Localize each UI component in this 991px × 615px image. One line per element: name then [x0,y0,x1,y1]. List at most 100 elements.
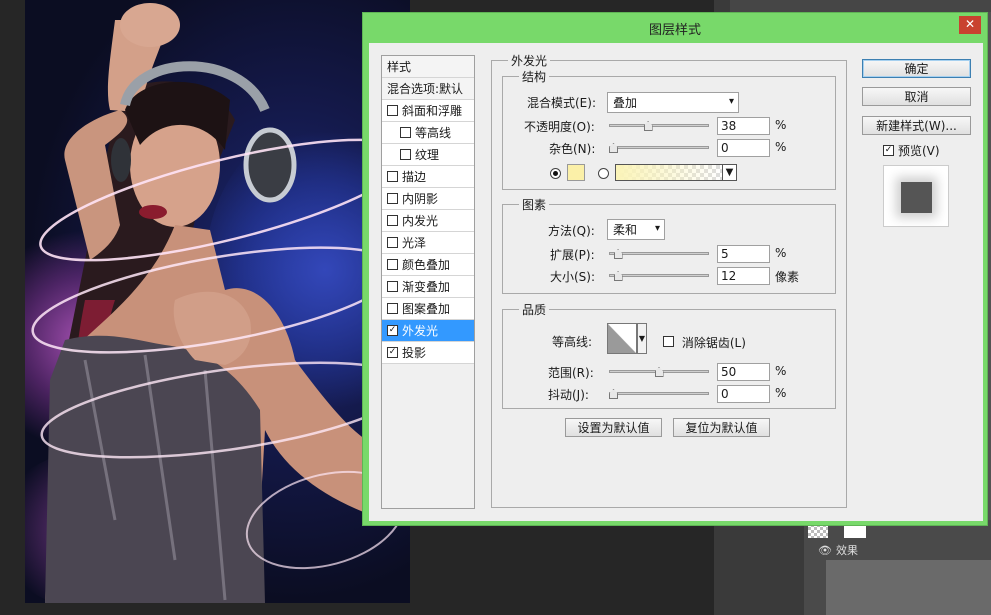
dialog-body: 样式 混合选项:默认 斜面和浮雕 等高线 纹理 描边 内阴影 内发光 光泽 颜色叠加 渐变叠加图… [369,43,983,521]
checkbox-icon[interactable] [387,237,398,248]
gradient-dropdown-arrow[interactable]: ▼ [722,164,737,181]
style-item-label: 图案叠加 [402,302,451,316]
checkbox-icon[interactable] [387,281,398,292]
antialias-label: 消除锯齿(L) [681,336,746,350]
style-item-label: 描边 [402,170,427,184]
style-item-label: 颜色叠加 [402,258,451,272]
jitter-slider[interactable] [609,387,709,399]
layer-thumbnail[interactable] [808,524,828,538]
jitter-input[interactable]: 0 [717,385,770,403]
style-item[interactable]: 图案叠加 [382,298,474,320]
checkbox-icon[interactable] [400,149,411,160]
structure-legend: 结构 [519,68,550,85]
chevron-down-icon: ▼ [638,334,646,343]
glow-color-swatch[interactable] [567,164,585,181]
spread-label: 扩展(P): [550,248,595,262]
style-item[interactable]: 纹理 [382,144,474,166]
canvas-image[interactable] [25,0,410,603]
woman-with-headphones-illustration [31,3,410,603]
style-item[interactable]: 光泽 [382,232,474,254]
layer-mask-thumbnail[interactable] [844,524,866,538]
layer-style-dialog: 图层样式 ✕ 样式 混合选项:默认 斜面和浮雕 等高线 纹理 描边 内阴影 内发光 光泽 颜色… [362,12,988,526]
opacity-slider-thumb[interactable] [643,121,653,131]
checkbox-icon[interactable] [663,336,674,347]
jitter-slider-thumb[interactable] [609,389,618,399]
layer-row-selected[interactable] [826,560,991,615]
style-item[interactable]: ✓ 外发光 [382,320,474,342]
cancel-button[interactable]: 取消 [862,87,971,106]
preview-checkbox[interactable]: ✓ 预览(V) [883,142,940,159]
range-slider-thumb[interactable] [654,367,664,377]
range-input[interactable]: 50 [717,363,770,381]
ok-button[interactable]: 确定 [862,59,971,78]
style-item-label: 外发光 [402,324,439,338]
style-item-label: 光泽 [402,236,427,250]
checkbox-icon[interactable] [387,105,398,116]
checkbox-icon[interactable] [400,127,411,138]
size-slider-thumb[interactable] [613,271,623,281]
noise-slider-track [609,146,709,149]
elements-group: 图素 方法(Q): 柔和 ▾ 扩展(P): 5 % 大小(S): 12 像素 [502,196,836,294]
spread-slider[interactable] [609,247,709,259]
gradient-radio[interactable] [598,168,609,179]
antialias-checkbox[interactable]: 消除锯齿(L) [663,334,746,351]
checkbox-icon[interactable] [387,171,398,182]
noise-slider[interactable] [609,141,709,153]
noise-slider-thumb[interactable] [609,143,618,153]
opacity-label: 不透明度(O): [524,120,595,134]
style-item-label: 渐变叠加 [402,280,451,294]
opacity-unit: % [775,118,787,132]
new-style-button[interactable]: 新建样式(W)... [862,116,971,135]
blending-options-item[interactable]: 混合选项:默认 [382,78,474,100]
quality-legend: 品质 [519,301,550,318]
make-default-button[interactable]: 设置为默认值 [565,418,662,437]
checkbox-icon[interactable] [387,259,398,270]
glow-gradient-picker[interactable] [615,164,723,181]
checkbox-icon[interactable]: ✓ [387,347,398,358]
style-item[interactable]: 颜色叠加 [382,254,474,276]
eye-icon[interactable]: 👁 [818,544,832,557]
size-label: 大小(S): [550,270,596,284]
quality-group: 品质 等高线: ▼ 消除锯齿(L) 范围(R): 50 % 抖动(J): 0 % [502,301,836,409]
spread-input[interactable]: 5 [717,245,770,263]
layer-effects-row[interactable]: 👁 效果 [818,542,858,558]
style-item[interactable]: 内阴影 [382,188,474,210]
styles-header[interactable]: 样式 [382,56,474,78]
style-preview-thumbnail [883,165,949,227]
close-button[interactable]: ✕ [959,16,981,34]
opacity-slider[interactable] [609,119,709,131]
spread-slider-thumb[interactable] [613,249,623,259]
range-slider[interactable] [609,365,709,377]
size-slider[interactable] [609,269,709,281]
contour-dropdown[interactable]: ▼ [637,323,647,354]
spread-slider-track [609,252,709,255]
checkbox-icon[interactable] [387,303,398,314]
technique-select[interactable]: 柔和 ▾ [607,219,665,240]
style-item-label: 投影 [402,346,427,360]
size-unit: 像素 [775,270,800,284]
effects-label: 效果 [835,544,858,557]
size-input[interactable]: 12 [717,267,770,285]
outer-glow-title: 外发光 [508,52,551,69]
style-item[interactable]: 内发光 [382,210,474,232]
checkbox-icon[interactable]: ✓ [883,145,894,156]
style-item[interactable]: 描边 [382,166,474,188]
opacity-input[interactable]: 38 [717,117,770,135]
checkbox-icon[interactable] [387,215,398,226]
color-panel-strip [730,0,991,12]
noise-label: 杂色(N): [549,142,596,156]
noise-unit: % [775,140,787,154]
layers-list: 👁 效果 [804,520,991,615]
style-item[interactable]: ✓ 投影 [382,342,474,364]
jitter-label: 抖动(J): [548,388,589,402]
style-item[interactable]: 斜面和浮雕 [382,100,474,122]
solid-color-radio[interactable] [550,168,561,179]
style-item[interactable]: 等高线 [382,122,474,144]
contour-picker[interactable] [607,323,637,354]
style-item[interactable]: 渐变叠加 [382,276,474,298]
noise-input[interactable]: 0 [717,139,770,157]
reset-default-button[interactable]: 复位为默认值 [673,418,770,437]
checkbox-icon[interactable]: ✓ [387,325,398,336]
checkbox-icon[interactable] [387,193,398,204]
blend-mode-select[interactable]: 叠加 ▾ [607,92,739,113]
